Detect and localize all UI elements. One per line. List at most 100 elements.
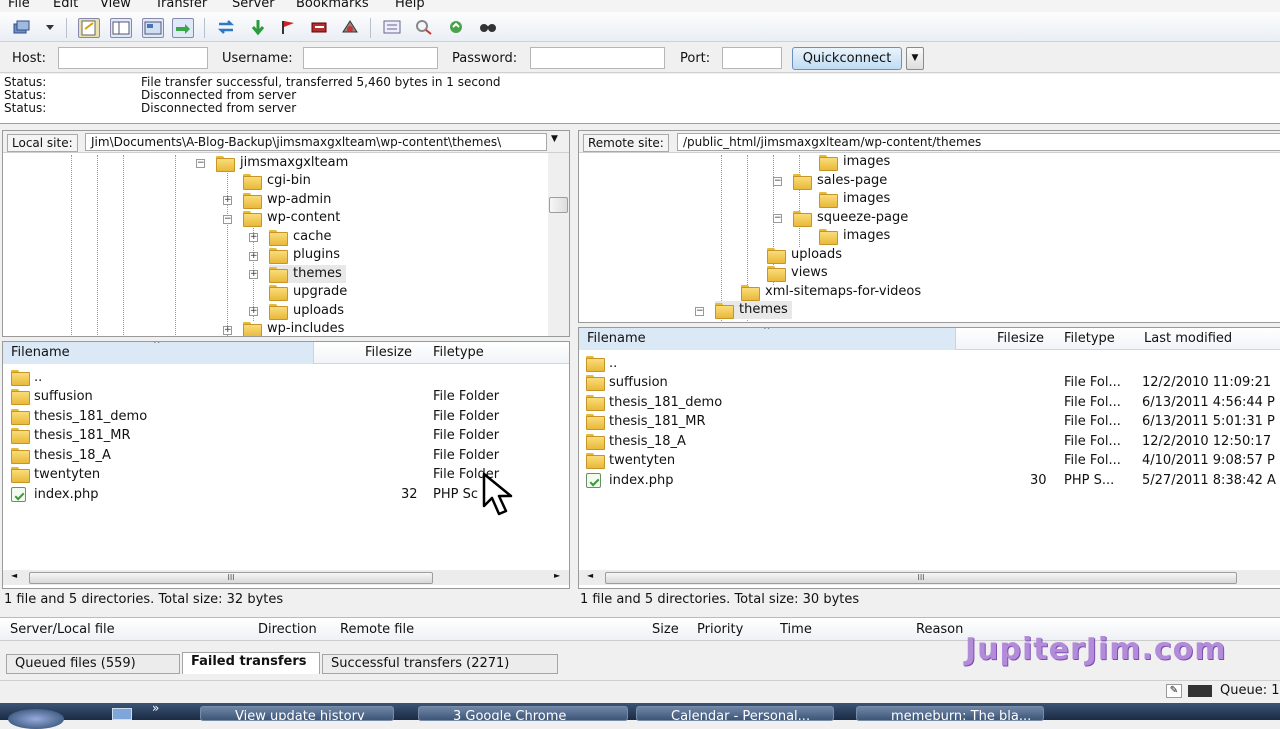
local-tree-item[interactable]: uploads (269, 302, 344, 320)
col-last-modified[interactable]: Last modified (1144, 328, 1232, 350)
file-row[interactable]: .. (586, 354, 1276, 373)
expand-icon[interactable]: + (249, 233, 258, 242)
col-size[interactable]: Size (652, 622, 679, 637)
local-path-combo[interactable]: Jim\Documents\A-Blog-Backup\jimsmaxgxlte… (85, 133, 547, 151)
file-row[interactable]: index.php 30 PHP S... 5/27/2011 8:38:42 A (586, 471, 1276, 490)
toggle-local-tree-icon[interactable] (110, 18, 132, 38)
speed-limit-icon[interactable] (1188, 685, 1212, 697)
toggle-queue-icon[interactable] (172, 18, 194, 38)
expand-icon[interactable]: + (223, 326, 232, 335)
expand-icon[interactable]: + (249, 307, 258, 316)
collapse-icon[interactable]: − (223, 215, 232, 224)
remote-tree-item[interactable]: images (819, 190, 890, 208)
col-filesize[interactable]: Filesize (997, 328, 1044, 350)
remote-tree-item-selected[interactable]: themes (715, 301, 792, 319)
menu-transfer[interactable]: Transfer (155, 0, 207, 11)
file-row[interactable]: thesis_18_A File Folder (11, 446, 551, 465)
expand-icon[interactable]: + (249, 270, 258, 279)
local-tree-item[interactable]: cgi-bin (243, 172, 311, 190)
menu-server[interactable]: Server (232, 0, 275, 11)
menu-edit[interactable]: Edit (53, 0, 78, 11)
collapse-icon[interactable]: − (695, 307, 704, 316)
remote-tree-item[interactable]: sales-page (793, 172, 887, 190)
remote-tree-item[interactable]: xml-sitemaps-for-videos (741, 283, 921, 301)
cancel-icon[interactable] (278, 18, 300, 38)
scroll-thumb[interactable] (549, 197, 568, 213)
remote-tree-item[interactable]: squeeze-page (793, 209, 908, 227)
port-input[interactable] (722, 47, 782, 69)
col-reason[interactable]: Reason (916, 622, 963, 637)
local-tree-item[interactable]: upgrade (269, 283, 347, 301)
collapse-icon[interactable]: − (196, 159, 205, 168)
toggle-log-icon[interactable] (78, 18, 100, 38)
file-row[interactable]: twentyten File Fol... 4/10/2011 9:08:57 P (586, 451, 1276, 470)
tab-queued-files[interactable]: Queued files (559) (6, 654, 180, 674)
file-row[interactable]: thesis_18_A File Fol... 12/2/2010 12:50:17 (586, 432, 1276, 451)
edit-icon[interactable]: ✎ (1166, 684, 1182, 698)
scroll-right-icon[interactable]: ► (554, 571, 560, 580)
compare-icon[interactable] (414, 18, 436, 38)
refresh-icon[interactable] (216, 18, 238, 38)
taskbar-item[interactable]: 3 Google Chrome (418, 706, 628, 721)
sync-browse-icon[interactable] (446, 18, 468, 38)
col-priority[interactable]: Priority (697, 622, 743, 637)
local-tree-item[interactable]: jimsmaxgxlteam (216, 154, 348, 172)
remote-tree-item[interactable]: views (767, 264, 828, 282)
taskbar-item[interactable]: memeburn: The bla... (856, 706, 1044, 721)
file-row[interactable]: thesis_181_MR File Folder (11, 426, 551, 445)
filter-icon[interactable] (382, 18, 404, 38)
local-tree-item[interactable]: plugins (269, 246, 340, 264)
site-manager-icon[interactable] (12, 18, 34, 38)
local-tree-scrollbar[interactable] (548, 153, 569, 336)
file-row[interactable]: twentyten File Folder (11, 465, 551, 484)
col-filetype[interactable]: Filetype (433, 342, 484, 364)
col-filesize[interactable]: Filesize (365, 342, 412, 364)
remote-path-input[interactable]: /public_html/jimsmaxgxlteam/wp-content/t… (677, 133, 1280, 151)
remote-tree-item[interactable]: images (819, 227, 890, 245)
remote-list-hscrollbar[interactable]: ◄ III (579, 570, 1280, 585)
username-input[interactable] (303, 47, 438, 69)
dropdown-arrow-icon[interactable] (40, 18, 54, 38)
menu-bookmarks[interactable]: Bookmarks (296, 0, 369, 11)
collapse-icon[interactable]: − (773, 214, 782, 223)
local-tree-item[interactable]: wp-includes (243, 320, 344, 336)
col-server-local-file[interactable]: Server/Local file (10, 622, 115, 637)
chevron-right-icon[interactable]: » (152, 701, 159, 715)
scroll-thumb[interactable]: III (605, 572, 1237, 584)
reconnect-icon[interactable] (340, 18, 362, 38)
scroll-thumb[interactable]: III (29, 572, 433, 584)
password-input[interactable] (530, 47, 665, 69)
process-queue-icon[interactable] (248, 18, 270, 38)
col-remote-file[interactable]: Remote file (340, 622, 414, 637)
disconnect-icon[interactable] (310, 18, 332, 38)
taskbar-item[interactable]: View update history (200, 706, 394, 721)
col-filetype[interactable]: Filetype (1064, 328, 1115, 350)
local-tree-item[interactable]: cache (269, 228, 332, 246)
start-button[interactable] (8, 709, 64, 729)
col-direction[interactable]: Direction (258, 622, 317, 637)
quickconnect-button[interactable]: Quickconnect (792, 47, 902, 70)
menu-file[interactable]: File (8, 0, 30, 11)
file-row[interactable]: suffusion File Fol... 12/2/2010 11:09:21 (586, 373, 1276, 392)
file-row[interactable]: index.php 32 PHP Sc (11, 485, 551, 504)
scroll-left-icon[interactable]: ◄ (11, 571, 17, 580)
search-icon[interactable] (478, 18, 500, 38)
tab-successful-transfers[interactable]: Successful transfers (2271) (322, 654, 558, 674)
expand-icon[interactable]: + (249, 252, 258, 261)
file-row[interactable]: .. (11, 368, 551, 387)
scroll-left-icon[interactable]: ◄ (587, 571, 593, 580)
tab-failed-transfers[interactable]: Failed transfers (182, 652, 320, 674)
toggle-remote-tree-icon[interactable] (142, 18, 164, 38)
file-row[interactable]: thesis_181_demo File Fol... 6/13/2011 4:56… (586, 393, 1276, 412)
local-list-hscrollbar[interactable]: ◄ III ► (3, 570, 569, 585)
taskbar-item[interactable]: Calendar - Personal... (636, 706, 834, 721)
local-tree-item[interactable]: wp-content (243, 209, 340, 227)
chevron-down-icon[interactable]: ▼ (551, 134, 558, 144)
remote-tree-item[interactable]: images (819, 153, 890, 171)
host-input[interactable] (58, 47, 208, 69)
show-desktop-icon[interactable] (112, 708, 132, 720)
collapse-icon[interactable]: − (773, 177, 782, 186)
expand-icon[interactable]: + (223, 196, 232, 205)
quickconnect-history-dropdown[interactable]: ▼ (906, 47, 924, 70)
remote-tree-item[interactable]: uploads (767, 246, 842, 264)
